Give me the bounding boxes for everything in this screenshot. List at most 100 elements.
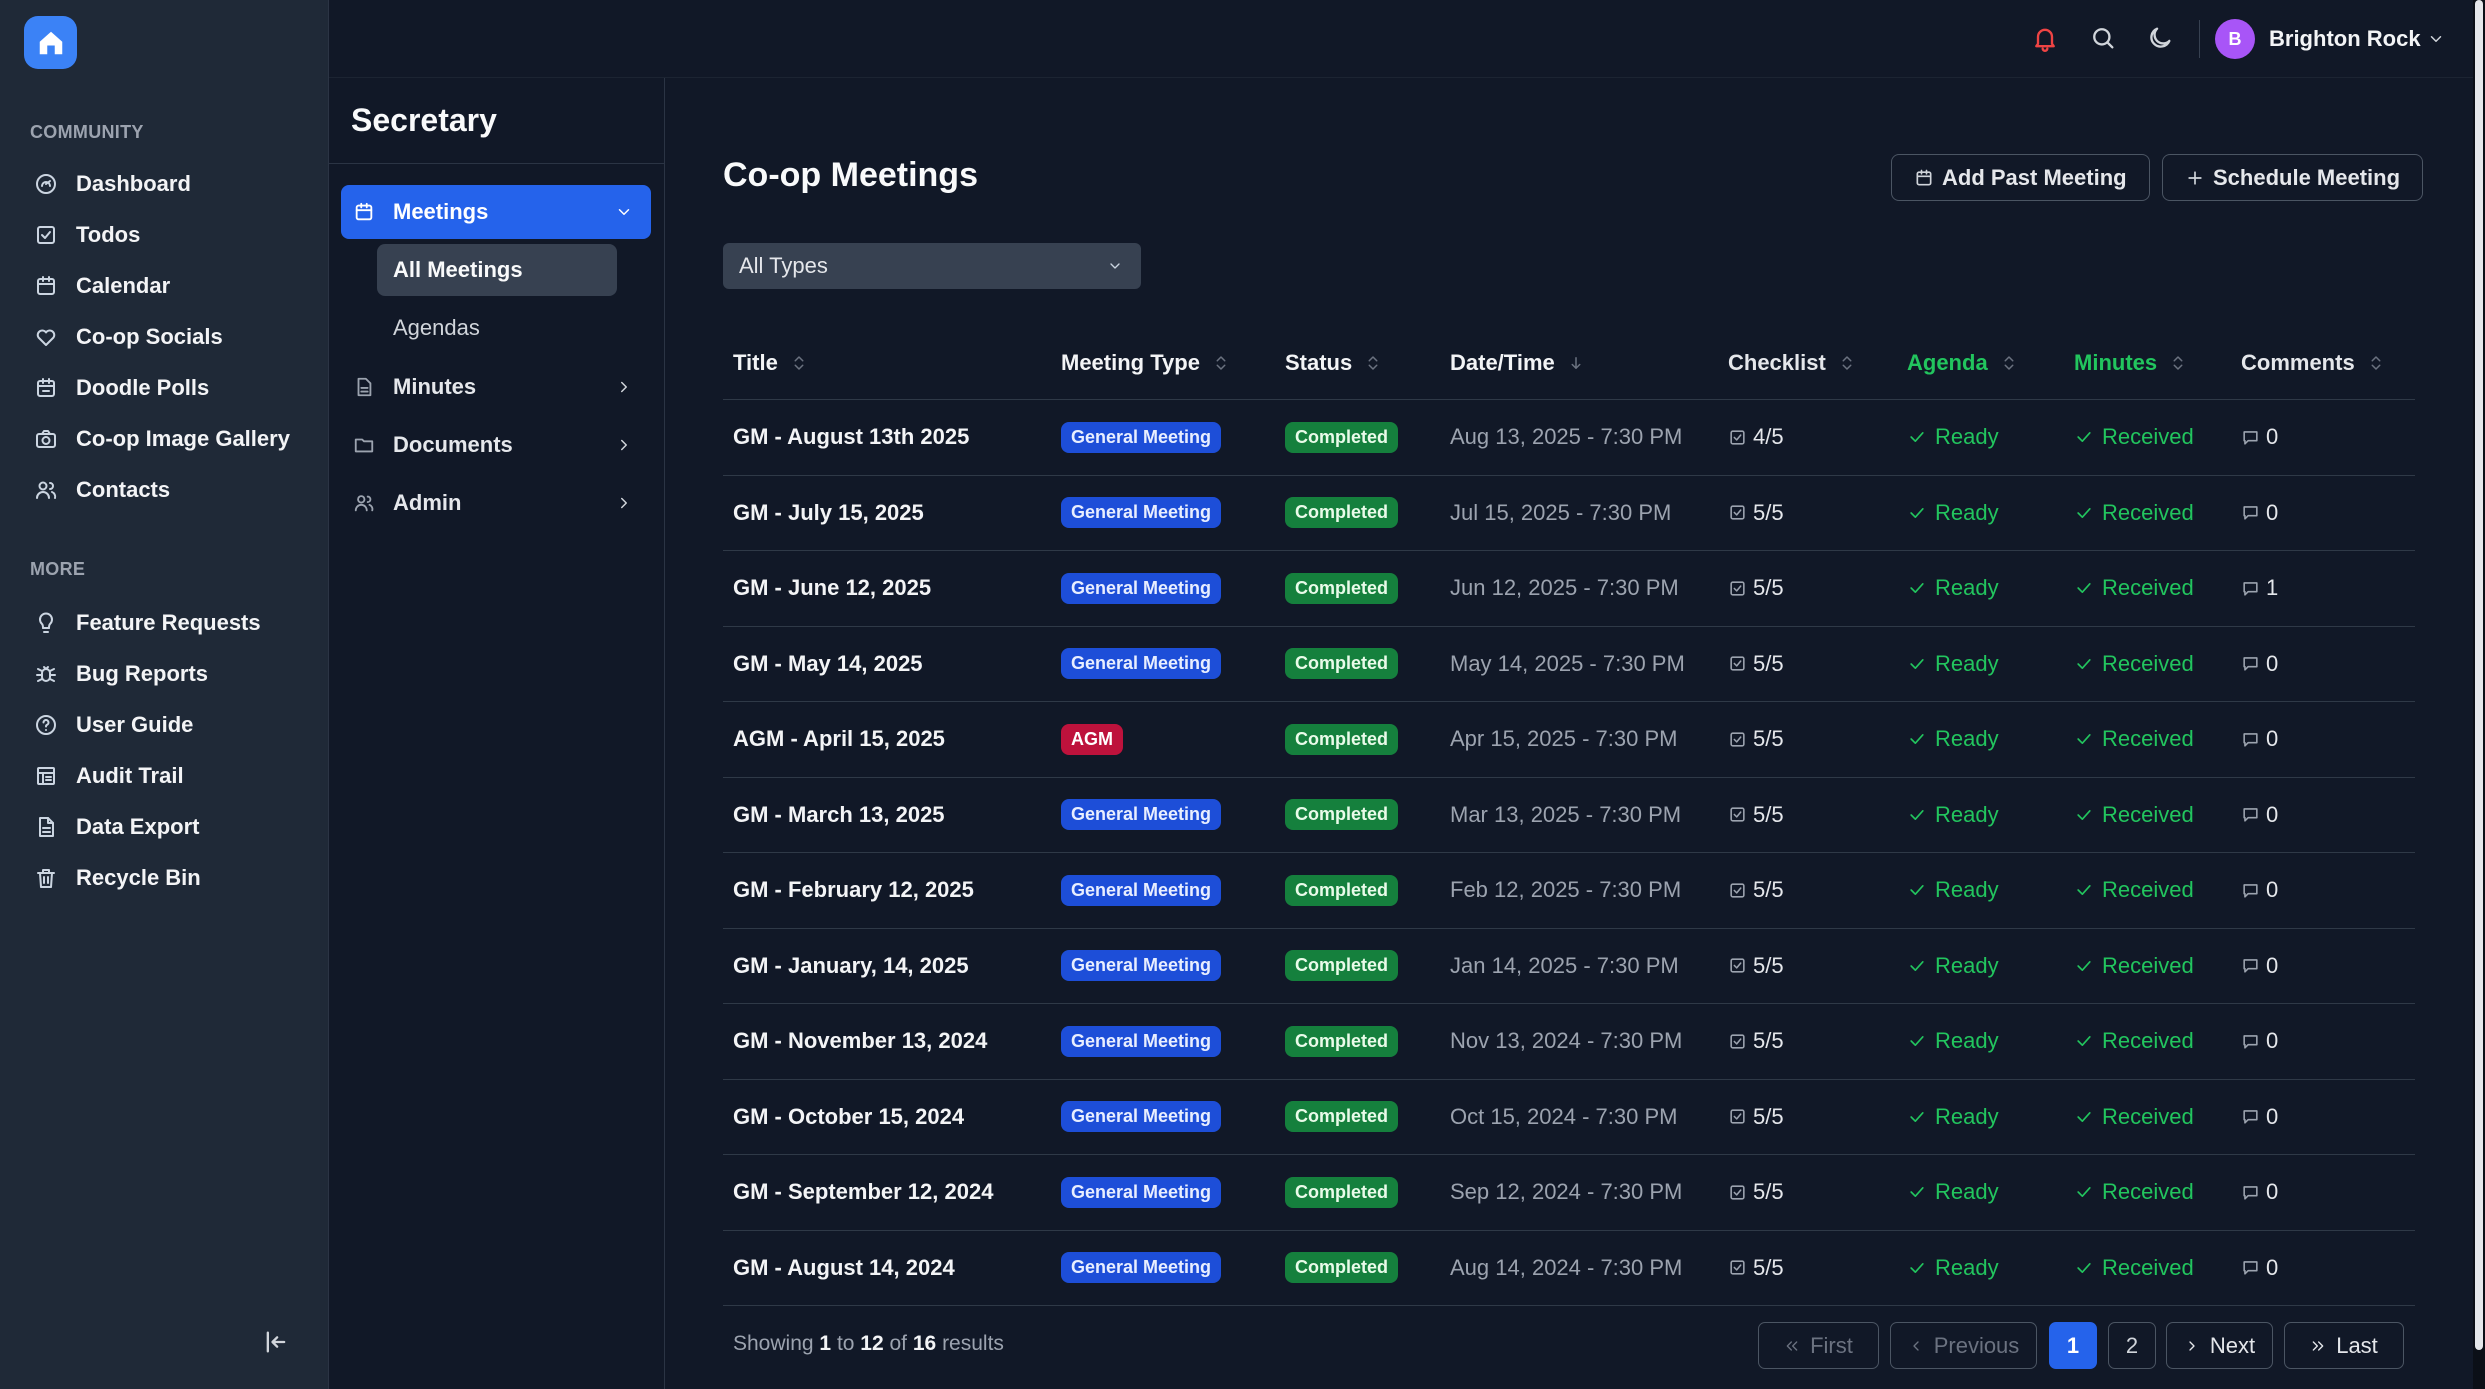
comments-cell[interactable]: 0	[2241, 853, 2278, 928]
meeting-type-badge: General Meeting	[1061, 1176, 1222, 1208]
comments-cell[interactable]: 0	[2241, 929, 2278, 1004]
table-row[interactable]: AGM - April 15, 2025 AGM Completed Apr 15, …	[723, 702, 2415, 778]
notifications-bell-icon[interactable]	[2031, 24, 2059, 52]
column-header-meeting-type[interactable]: Meeting Type	[1061, 326, 1230, 399]
comments-cell[interactable]: 0	[2241, 778, 2278, 853]
pagination-last-button[interactable]: Last	[2284, 1322, 2404, 1369]
pagination-page-1[interactable]: 1	[2049, 1322, 2097, 1369]
meeting-type-select-value: All Types	[739, 253, 828, 278]
home-logo-icon[interactable]	[24, 16, 77, 69]
minutes-status: Received	[2102, 1179, 2194, 1205]
user-menu[interactable]: B Brighton Rock	[2215, 17, 2445, 61]
theme-toggle-moon-icon[interactable]	[2146, 24, 2174, 52]
meeting-title[interactable]: GM - August 14, 2024	[733, 1231, 955, 1306]
agenda-status: Ready	[1935, 801, 1999, 827]
status-badge: Completed	[1285, 497, 1399, 529]
minutes-cell: Received	[2074, 400, 2194, 475]
table-row[interactable]: GM - October 15, 2024 General Meeting Comp…	[723, 1080, 2415, 1155]
subnav-title: Secretary	[351, 102, 497, 138]
sidebar-item-contacts[interactable]: Contacts	[24, 467, 309, 513]
minutes-cell: Received	[2074, 1004, 2194, 1079]
topbar-divider	[2199, 20, 2200, 58]
table-row[interactable]: GM - March 13, 2025 General Meeting Comple…	[723, 778, 2415, 853]
meeting-title[interactable]: GM - August 13th 2025	[733, 400, 969, 475]
sidebar-item-image-gallery[interactable]: Co-op Image Gallery	[24, 416, 309, 462]
check-icon	[1910, 658, 1924, 669]
subnav-item-minutes[interactable]: Minutes	[341, 360, 651, 414]
meeting-type-select[interactable]: All Types	[723, 243, 1141, 289]
table-row[interactable]: GM - August 14, 2024 General Meeting Compl…	[723, 1231, 2415, 1306]
column-header-checklist[interactable]: Checklist	[1728, 326, 1856, 399]
sidebar-item-recycle-bin[interactable]: Recycle Bin	[24, 855, 309, 901]
comment-icon	[2243, 959, 2258, 973]
column-header-comments[interactable]: Comments	[2241, 326, 2385, 399]
meeting-title[interactable]: GM - September 12, 2024	[733, 1155, 993, 1230]
comments-cell[interactable]: 0	[2241, 702, 2278, 777]
agenda-status: Ready	[1935, 952, 1999, 978]
sidebar-item-dashboard[interactable]: Dashboard	[24, 161, 309, 207]
pagination-first-button[interactable]: First	[1758, 1322, 1879, 1369]
check-icon	[2077, 583, 2091, 594]
meeting-title[interactable]: GM - July 15, 2025	[733, 476, 924, 551]
pagination-page-2[interactable]: 2	[2108, 1322, 2156, 1369]
meeting-title[interactable]: GM - November 13, 2024	[733, 1004, 987, 1079]
column-header-minutes[interactable]: Minutes	[2074, 326, 2187, 399]
table-row[interactable]: GM - November 13, 2024 General Meeting Com…	[723, 1004, 2415, 1080]
checklist-icon	[1730, 807, 1745, 822]
pagination-next-button[interactable]: Next	[2166, 1322, 2273, 1369]
pagination-previous-button[interactable]: Previous	[1890, 1322, 2037, 1369]
meeting-title[interactable]: GM - March 13, 2025	[733, 778, 945, 853]
meeting-date-time: Jun 12, 2025 - 7:30 PM	[1450, 575, 1679, 601]
comment-count: 0	[2266, 1028, 2279, 1054]
sidebar-item-todos[interactable]: Todos	[24, 212, 309, 258]
comments-cell[interactable]: 0	[2241, 400, 2278, 475]
meeting-type-cell: General Meeting	[1061, 853, 1222, 928]
sidebar-item-bug-reports[interactable]: Bug Reports	[24, 651, 309, 697]
sidebar-item-user-guide[interactable]: User Guide	[24, 702, 309, 748]
collapse-sidebar-icon[interactable]	[262, 1328, 290, 1356]
subnav-item-meetings[interactable]: Meetings	[341, 185, 651, 239]
sidebar-item-audit-trail[interactable]: Audit Trail	[24, 753, 309, 799]
column-header-date-time[interactable]: Date/Time	[1450, 326, 1585, 399]
subnav-item-all-meetings[interactable]: All Meetings	[377, 244, 617, 296]
pagination-previous-label: Previous	[1933, 1332, 2020, 1358]
table-row[interactable]: GM - July 15, 2025 General Meeting Complet…	[723, 476, 2415, 551]
sidebar-item-calendar[interactable]: Calendar	[24, 263, 309, 309]
comments-cell[interactable]: 0	[2241, 476, 2278, 551]
meeting-title[interactable]: GM - February 12, 2025	[733, 853, 974, 928]
sidebar-item-feature-requests[interactable]: Feature Requests	[24, 600, 309, 646]
comments-cell[interactable]: 0	[2241, 627, 2278, 702]
comments-cell[interactable]: 0	[2241, 1080, 2278, 1155]
add-past-meeting-button[interactable]: Add Past Meeting	[1891, 154, 2150, 201]
meeting-title[interactable]: GM - January, 14, 2025	[733, 929, 969, 1004]
minutes-cell: Received	[2074, 929, 2194, 1004]
sidebar-item-data-export[interactable]: Data Export	[24, 804, 309, 850]
table-row[interactable]: GM - February 12, 2025 General Meeting Com…	[723, 853, 2415, 929]
table-row[interactable]: GM - June 12, 2025 General Meeting Complet…	[723, 551, 2415, 627]
page-scrollbar-thumb[interactable]	[2475, 0, 2483, 1350]
table-row[interactable]: GM - September 12, 2024 General Meeting Co…	[723, 1155, 2415, 1231]
sort-icon	[794, 355, 804, 370]
table-row[interactable]: GM - August 13th 2025 General Meeting Comp…	[723, 400, 2415, 476]
comments-cell[interactable]: 0	[2241, 1004, 2278, 1079]
meeting-title[interactable]: GM - May 14, 2025	[733, 627, 923, 702]
subnav-item-agendas[interactable]: Agendas	[377, 302, 617, 354]
sidebar-item-doodle-polls[interactable]: Doodle Polls	[24, 365, 309, 411]
comments-cell[interactable]: 0	[2241, 1155, 2278, 1230]
comment-count: 0	[2266, 952, 2279, 978]
comments-cell[interactable]: 0	[2241, 1231, 2278, 1306]
schedule-meeting-button[interactable]: Schedule Meeting	[2162, 154, 2424, 201]
column-header-title[interactable]: Title	[733, 326, 808, 399]
column-header-agenda[interactable]: Agenda	[1907, 326, 2018, 399]
table-row[interactable]: GM - May 14, 2025 General Meeting Complete…	[723, 627, 2415, 702]
column-header-status[interactable]: Status	[1285, 326, 1382, 399]
meeting-title[interactable]: GM - June 12, 2025	[733, 551, 931, 626]
comments-cell[interactable]: 1	[2241, 551, 2278, 626]
subnav-item-admin[interactable]: Admin	[341, 476, 651, 530]
search-icon[interactable]	[2089, 24, 2117, 52]
subnav-item-documents[interactable]: Documents	[341, 418, 651, 472]
table-row[interactable]: GM - January, 14, 2025 General Meeting Com…	[723, 929, 2415, 1004]
meeting-title[interactable]: GM - October 15, 2024	[733, 1080, 964, 1155]
meeting-title[interactable]: AGM - April 15, 2025	[733, 702, 945, 777]
sidebar-item-coop-socials[interactable]: Co-op Socials	[24, 314, 309, 360]
